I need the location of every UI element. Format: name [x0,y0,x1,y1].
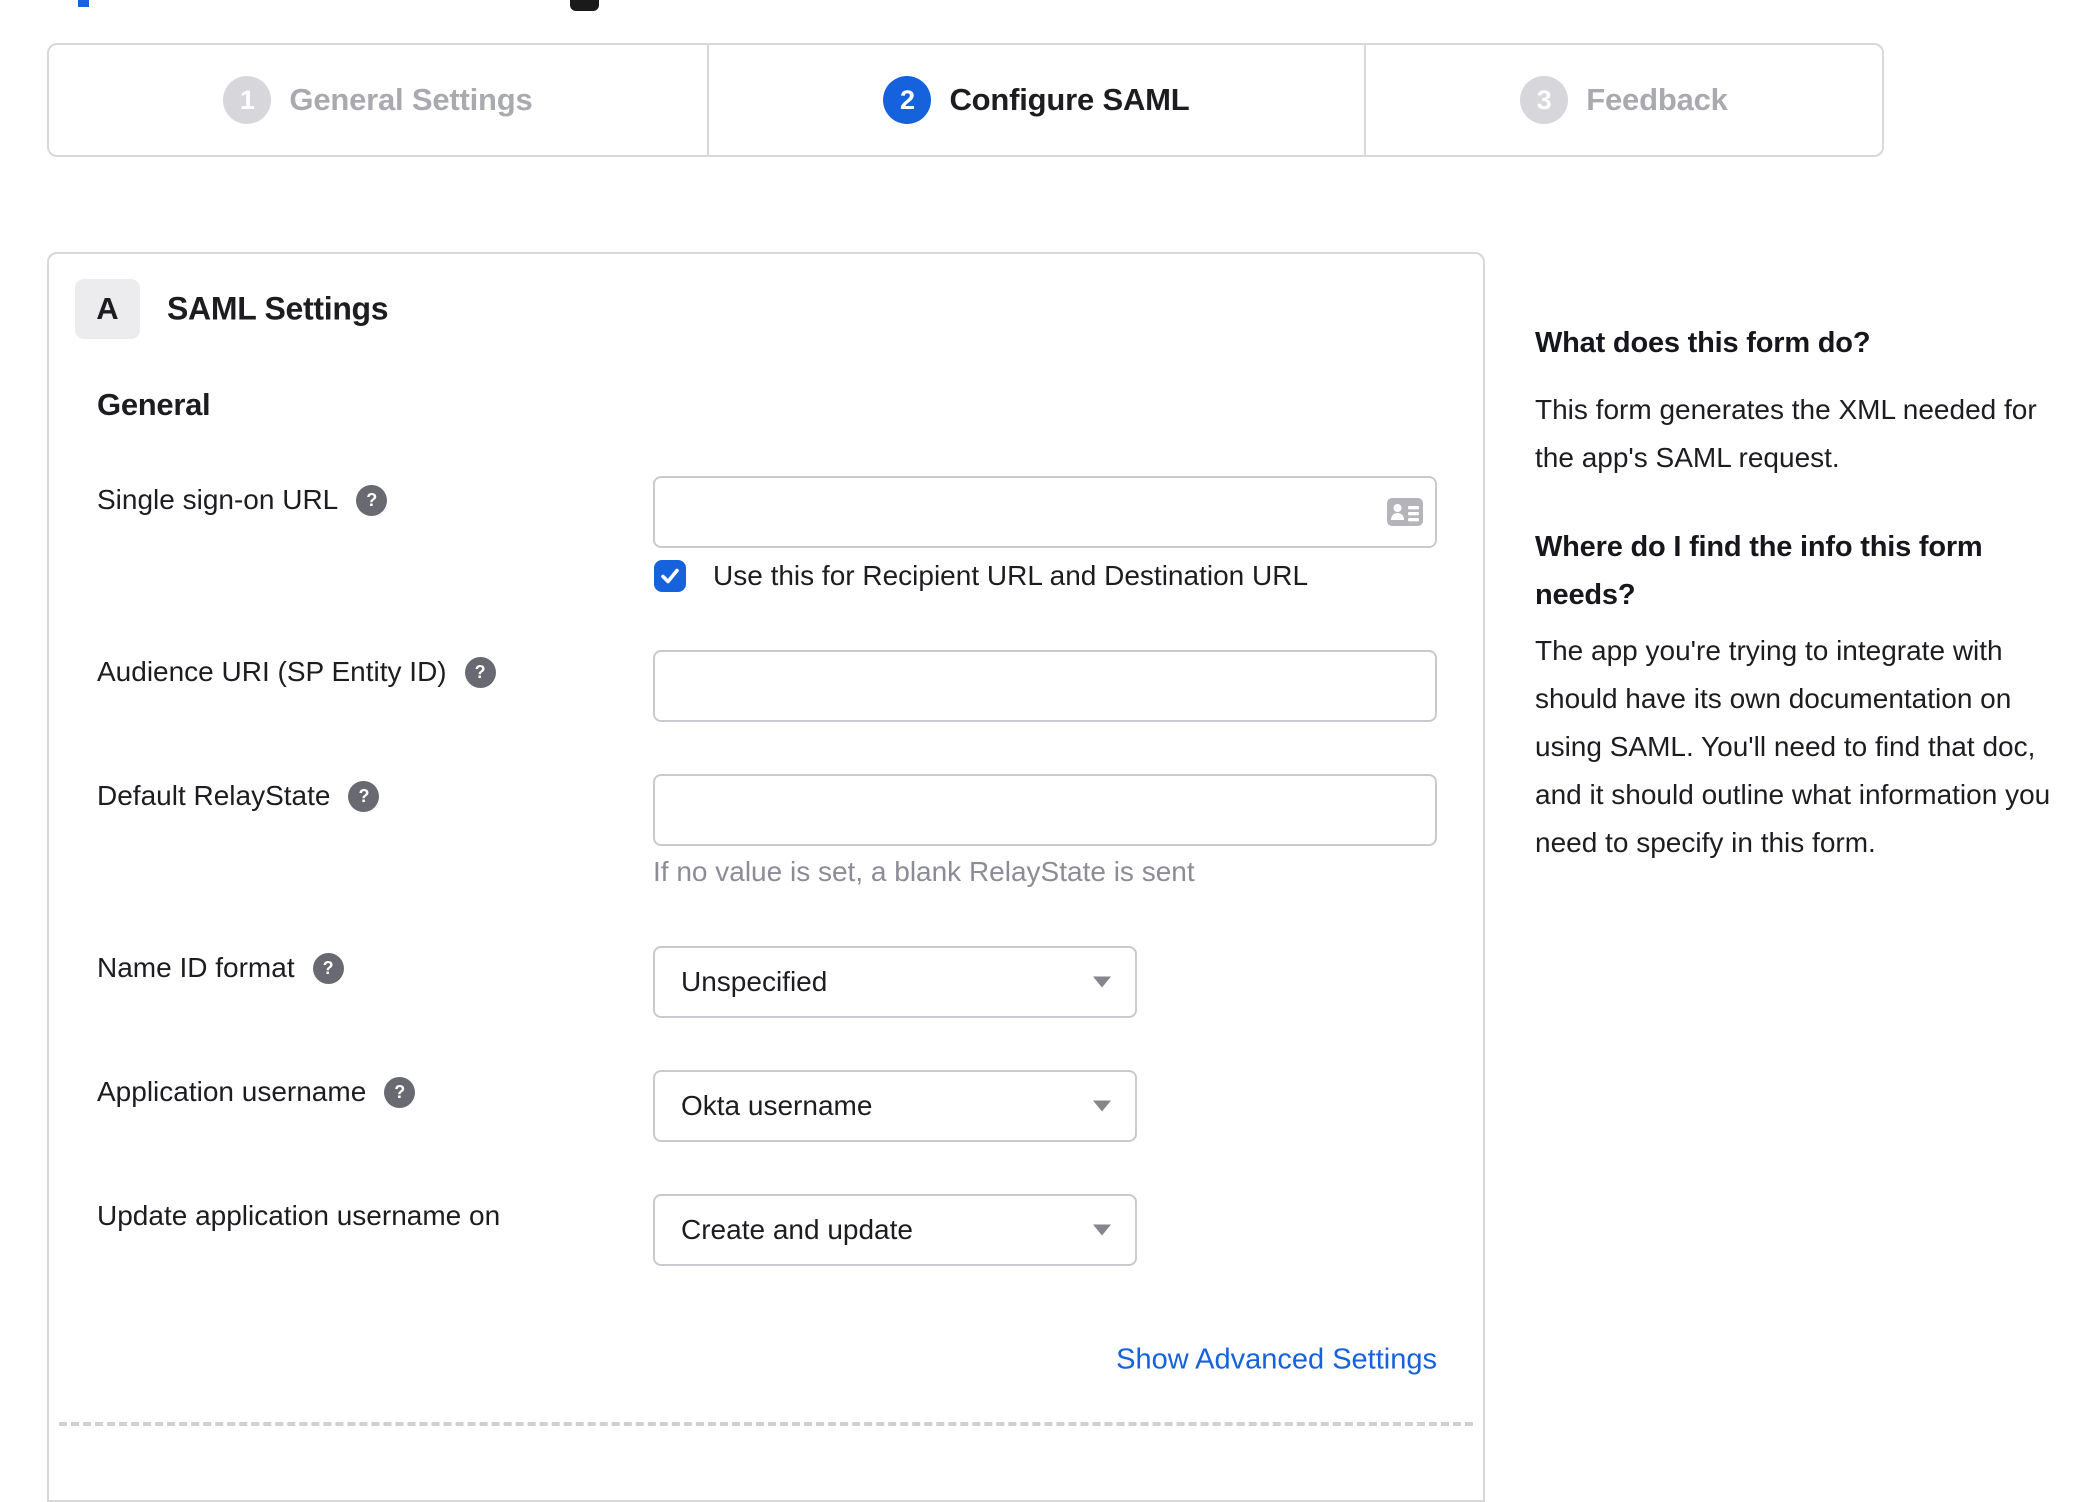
update-username-select[interactable]: Create and update [653,1194,1137,1266]
chevron-down-icon [1093,1224,1111,1236]
saml-settings-panel: A SAML Settings General Single sign-on U… [47,252,1485,1502]
relaystate-input[interactable] [653,774,1437,846]
show-advanced-settings-link[interactable]: Show Advanced Settings [653,1344,1437,1377]
step-3-number-badge: 3 [1520,76,1569,124]
audience-uri-label: Audience URI (SP Entity ID) ? [97,656,496,688]
nameid-format-help-icon[interactable]: ? [312,952,344,984]
nameid-format-label: Name ID format ? [97,952,344,984]
recipient-url-checkbox[interactable] [654,560,686,592]
section-dashed-divider [59,1422,1473,1426]
relaystate-label-text: Default RelayState [97,780,331,811]
app-username-label: Application username ? [97,1076,416,1108]
relaystate-helper-text: If no value is set, a blank RelayState i… [653,856,1195,887]
app-username-value: Okta username [681,1090,873,1121]
relaystate-label: Default RelayState ? [97,780,380,812]
nameid-format-select[interactable]: Unspecified [653,946,1137,1018]
sso-url-label-text: Single sign-on URL [97,484,339,515]
recipient-url-checkbox-label[interactable]: Use this for Recipient URL and Destinati… [713,560,1308,592]
autofill-contact-icon[interactable] [1387,498,1423,526]
wizard-stepper: 1 General Settings 2 Configure SAML 3 Fe… [47,43,1884,157]
update-username-label: Update application username on [97,1200,500,1232]
step-general-settings[interactable]: 1 General Settings [49,45,707,155]
step-3-label: Feedback [1586,82,1728,117]
nameid-format-label-text: Name ID format [97,952,295,983]
relaystate-help-icon[interactable]: ? [348,780,380,812]
help-answer-1: This form generates the XML needed for t… [1535,394,2037,473]
nameid-format-value: Unspecified [681,966,828,997]
app-username-label-text: Application username [97,1076,367,1107]
update-username-value: Create and update [681,1214,913,1245]
chevron-down-icon [1093,1100,1111,1112]
update-username-label-text: Update application username on [97,1200,501,1231]
app-username-help-icon[interactable]: ? [384,1076,416,1108]
cutoff-logo-fragment [570,0,599,11]
step-2-number-badge: 2 [883,76,932,124]
step-feedback[interactable]: 3 Feedback [1364,45,1882,155]
section-title: SAML Settings [167,290,389,327]
step-1-number-badge: 1 [223,76,272,124]
audience-uri-label-text: Audience URI (SP Entity ID) [97,656,447,687]
sso-url-label: Single sign-on URL ? [97,484,388,516]
help-question-2: Where do I find the info this form needs… [1535,531,1983,611]
checkmark-icon [661,568,679,584]
cutoff-blue-fragment [78,0,89,7]
sso-url-input[interactable] [653,476,1437,548]
help-answer-2: The app you're trying to integrate with … [1535,635,2051,858]
step-configure-saml[interactable]: 2 Configure SAML [707,45,1364,155]
help-question-1: What does this form do? [1535,327,1871,359]
audience-uri-help-icon[interactable]: ? [464,656,496,688]
chevron-down-icon [1093,976,1111,988]
step-1-label: General Settings [289,82,533,117]
general-heading: General [97,387,211,422]
app-username-select[interactable]: Okta username [653,1070,1137,1142]
audience-uri-input[interactable] [653,650,1437,722]
sso-url-help-icon[interactable]: ? [356,484,388,516]
section-a-badge: A [75,279,140,339]
step-2-label: Configure SAML [949,82,1190,117]
